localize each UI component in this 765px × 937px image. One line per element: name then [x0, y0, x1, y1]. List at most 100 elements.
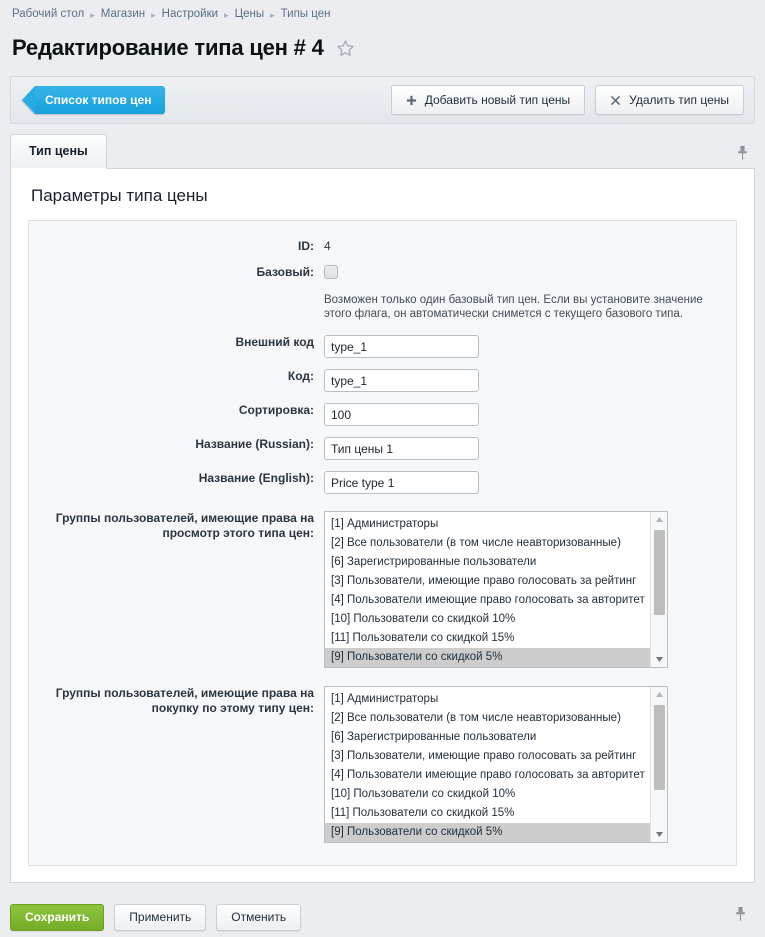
scroll-up-icon[interactable]	[652, 512, 667, 527]
external-code-value	[324, 335, 736, 358]
external-code-label: Внешний код	[235, 335, 314, 349]
plus-icon-svg	[406, 95, 416, 105]
view-groups-label-line1: Группы пользователей, имеющие права на	[55, 511, 314, 525]
buy-groups-scrollbar[interactable]	[650, 687, 667, 842]
apply-button[interactable]: Применить	[114, 903, 207, 931]
add-price-type-label: Добавить новый тип цены	[424, 93, 571, 107]
page-title: Редактирование типа цен # 4	[12, 35, 324, 60]
scroll-up-icon-svg	[655, 517, 663, 522]
breadcrumb-item-2[interactable]: Настройки	[162, 8, 218, 20]
buy-groups-option-list: [1] Администраторы [2] Все пользователи …	[325, 687, 650, 842]
list-item[interactable]: [11] Пользователи со скидкой 15%	[325, 629, 650, 648]
base-checkbox[interactable]	[324, 265, 338, 279]
breadcrumb-item-3[interactable]: Цены	[235, 8, 265, 20]
base-value	[324, 265, 736, 281]
sort-value	[324, 403, 736, 426]
scroll-down-icon-svg	[655, 832, 663, 837]
code-input[interactable]	[324, 369, 479, 392]
list-item-selected[interactable]: [9] Пользователи со скидкой 5%	[325, 823, 650, 842]
view-groups-label: Группы пользователей, имеющие права на п…	[29, 511, 324, 541]
scrollbar-thumb[interactable]	[653, 705, 665, 790]
list-item[interactable]: [4] Пользователи имеющие право голосоват…	[325, 766, 650, 785]
scroll-down-icon[interactable]	[652, 652, 667, 667]
list-item[interactable]: [11] Пользователи со скидкой 15%	[325, 804, 650, 823]
main-card: Параметры типа цены ID: 4 Базовый: Возмо…	[10, 169, 755, 883]
cancel-button[interactable]: Отменить	[216, 903, 302, 931]
toolbar-actions: Добавить новый тип цены Удалить тип цены	[390, 85, 744, 115]
back-to-list-button[interactable]: Список типов цен	[35, 86, 166, 114]
star-icon-svg	[337, 39, 354, 56]
pin-icon-svg	[738, 146, 747, 160]
scroll-up-icon[interactable]	[652, 687, 667, 702]
pin-icon[interactable]	[736, 145, 749, 161]
toolbar: Список типов цен Добавить новый тип цены…	[10, 76, 755, 124]
field-row-code: Код:	[29, 369, 736, 392]
close-icon	[610, 95, 621, 106]
list-item[interactable]: [2] Все пользователи (в том числе неавто…	[325, 534, 650, 553]
parameters-panel: ID: 4 Базовый: Возможен только один базо…	[28, 220, 737, 866]
plus-icon	[406, 95, 417, 106]
view-groups-select[interactable]: [1] Администраторы [2] Все пользователи …	[324, 511, 668, 668]
pin-icon-svg	[736, 907, 745, 921]
star-icon[interactable]	[336, 39, 355, 58]
breadcrumb-item-4[interactable]: Типы цен	[281, 8, 331, 20]
id-value: 4	[324, 239, 331, 253]
buy-groups-label: Группы пользователей, имеющие права на п…	[29, 686, 324, 716]
breadcrumb-item-0[interactable]: Рабочий стол	[12, 8, 84, 20]
list-item[interactable]: [10] Пользователи со скидкой 10%	[325, 785, 650, 804]
list-item[interactable]: [3] Пользователи, имеющие право голосова…	[325, 572, 650, 591]
scrollbar-track[interactable]	[652, 702, 667, 827]
base-hint-wrap: Возможен только один базовый тип цен. Ес…	[324, 287, 736, 335]
name-en-input[interactable]	[324, 471, 479, 494]
delete-price-type-button[interactable]: Удалить тип цены	[595, 85, 744, 115]
close-icon-svg	[610, 95, 621, 105]
list-item[interactable]: [6] Зарегистрированные пользователи	[325, 728, 650, 747]
add-price-type-button[interactable]: Добавить новый тип цены	[390, 85, 586, 115]
tab-price-type[interactable]: Тип цены	[10, 134, 107, 169]
base-label: Базовый:	[256, 265, 314, 279]
scrollbar-track[interactable]	[652, 527, 667, 652]
save-button[interactable]: Сохранить	[10, 903, 105, 931]
list-item[interactable]: [6] Зарегистрированные пользователи	[325, 553, 650, 572]
list-item[interactable]: [1] Администраторы	[325, 515, 650, 534]
buy-groups-value: [1] Администраторы [2] Все пользователи …	[324, 686, 736, 843]
page-header: Редактирование типа цен # 4	[0, 24, 765, 66]
breadcrumb: Рабочий стол ▸ Магазин ▸ Настройки ▸ Цен…	[0, 0, 765, 24]
breadcrumb-separator-icon: ▸	[224, 9, 229, 20]
field-row-base: Базовый:	[29, 265, 736, 281]
scrollbar-thumb[interactable]	[653, 530, 665, 615]
list-item[interactable]: [2] Все пользователи (в том числе неавто…	[325, 709, 650, 728]
breadcrumb-separator-icon: ▸	[90, 9, 95, 20]
scroll-down-icon-svg	[655, 657, 663, 662]
field-row-external-code: Внешний код	[29, 335, 736, 358]
sort-label: Сортировка:	[238, 403, 314, 417]
list-item[interactable]: [10] Пользователи со скидкой 10%	[325, 610, 650, 629]
field-row-name-en: Название (English):	[29, 471, 736, 494]
field-row-buy-groups: Группы пользователей, имеющие права на п…	[29, 686, 736, 843]
section-title: Параметры типа цены	[31, 186, 208, 205]
name-ru-input[interactable]	[324, 437, 479, 460]
sort-input[interactable]	[324, 403, 479, 426]
buy-groups-label-line1: Группы пользователей, имеющие права на	[55, 686, 314, 700]
external-code-input[interactable]	[324, 335, 479, 358]
code-value	[324, 369, 736, 392]
field-row-name-ru: Название (Russian):	[29, 437, 736, 460]
id-label: ID:	[298, 239, 314, 253]
view-groups-label-line2: просмотр этого типа цен:	[162, 526, 314, 540]
list-item[interactable]: [4] Пользователи имеющие право голосоват…	[325, 591, 650, 610]
view-groups-scrollbar[interactable]	[650, 512, 667, 667]
field-row-base-hint: Возможен только один базовый тип цен. Ес…	[29, 287, 736, 335]
name-ru-value	[324, 437, 736, 460]
scroll-down-icon[interactable]	[652, 827, 667, 842]
pin-icon[interactable]	[734, 906, 747, 922]
list-item[interactable]: [1] Администраторы	[325, 690, 650, 709]
name-en-label: Название (English):	[198, 471, 314, 485]
code-label: Код:	[287, 369, 314, 383]
field-row-sort: Сортировка:	[29, 403, 736, 426]
buy-groups-select[interactable]: [1] Администраторы [2] Все пользователи …	[324, 686, 668, 843]
list-item[interactable]: [3] Пользователи, имеющие право голосова…	[325, 747, 650, 766]
list-item-selected[interactable]: [9] Пользователи со скидкой 5%	[325, 648, 650, 667]
breadcrumb-item-1[interactable]: Магазин	[101, 8, 145, 20]
delete-price-type-label: Удалить тип цены	[629, 93, 729, 107]
breadcrumb-separator-icon: ▸	[270, 9, 275, 20]
